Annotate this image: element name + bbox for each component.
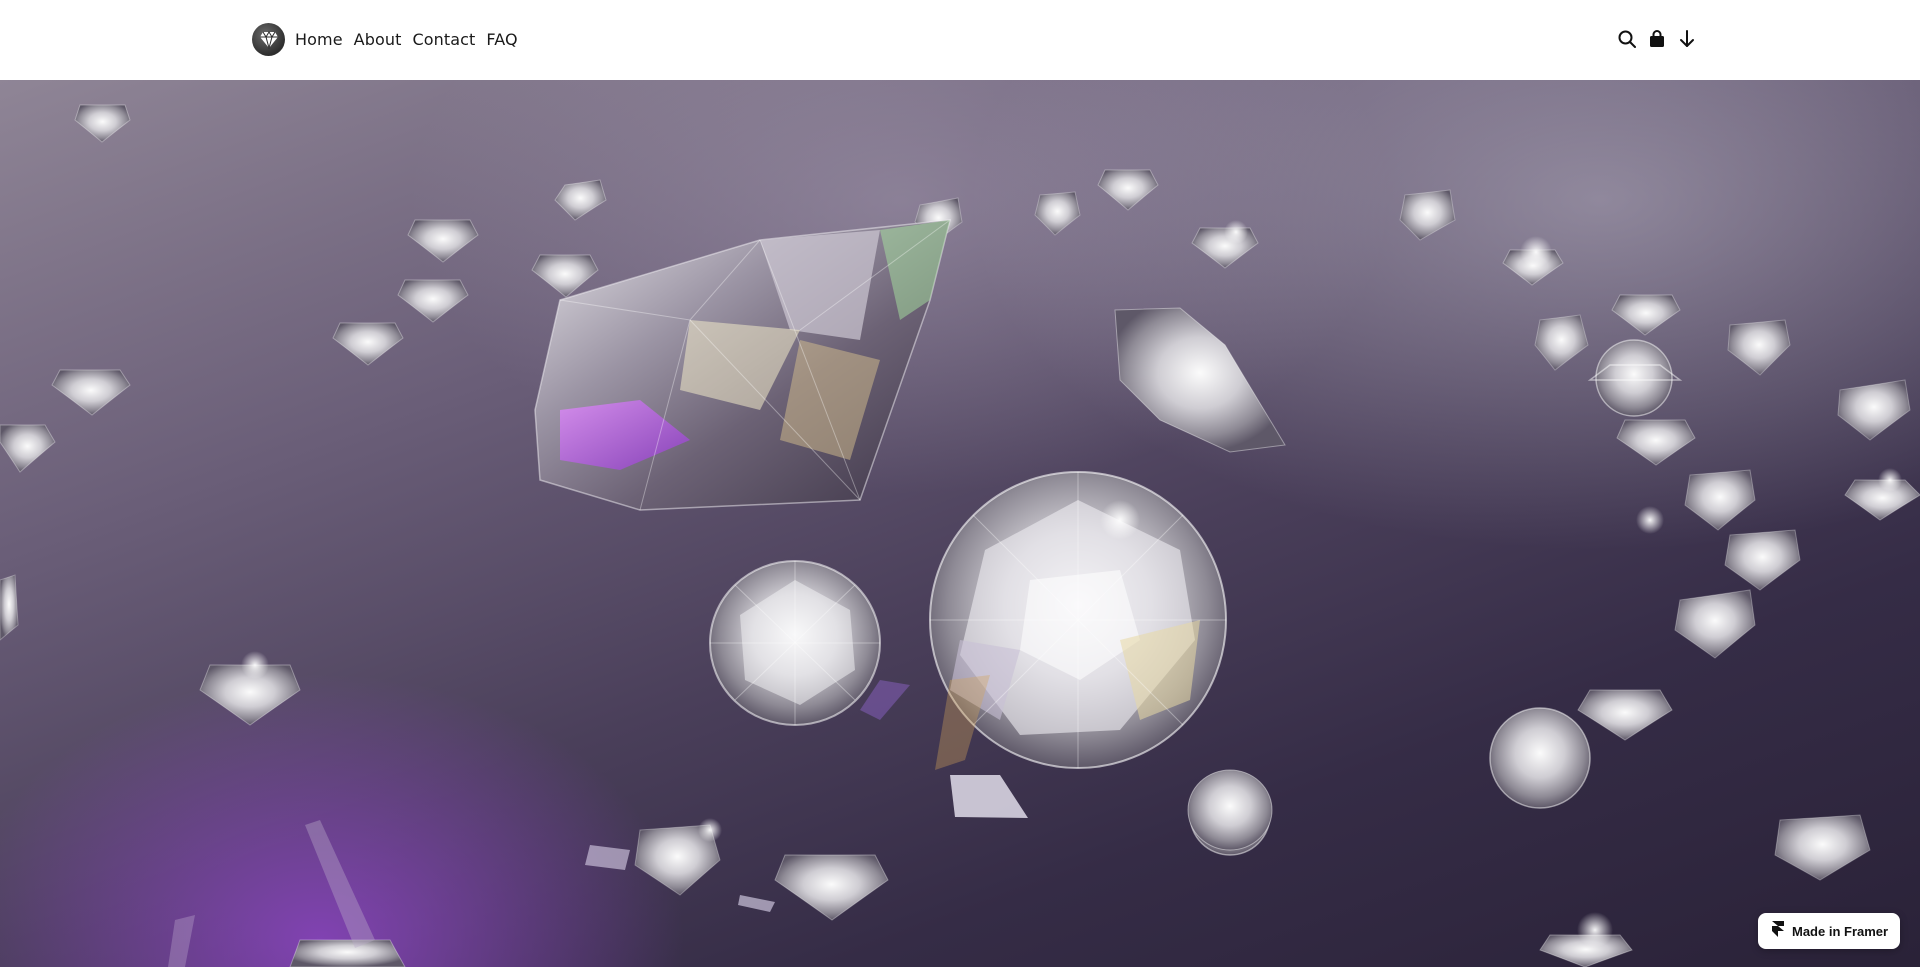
- nav-link-faq[interactable]: FAQ: [486, 30, 517, 49]
- nav-link-home[interactable]: Home: [295, 30, 343, 49]
- diamond-logo-icon[interactable]: [252, 23, 285, 56]
- search-icon[interactable]: [1617, 28, 1636, 49]
- shopping-bag-icon[interactable]: [1647, 28, 1666, 49]
- hero-diamonds-image: [0, 80, 1920, 967]
- top-navbar: Home About Contact FAQ: [0, 0, 1920, 80]
- nav-link-contact[interactable]: Contact: [412, 30, 475, 49]
- nav-link-about[interactable]: About: [354, 30, 402, 49]
- made-in-framer-badge[interactable]: Made in Framer: [1758, 913, 1900, 949]
- arrow-down-icon[interactable]: [1677, 28, 1696, 49]
- nav-right-group: [1617, 28, 1696, 49]
- diamonds-illustration: [0, 104, 1920, 967]
- made-in-framer-label: Made in Framer: [1792, 923, 1889, 939]
- framer-icon: [1772, 921, 1784, 941]
- nav-left-group: Home About Contact FAQ: [252, 23, 529, 56]
